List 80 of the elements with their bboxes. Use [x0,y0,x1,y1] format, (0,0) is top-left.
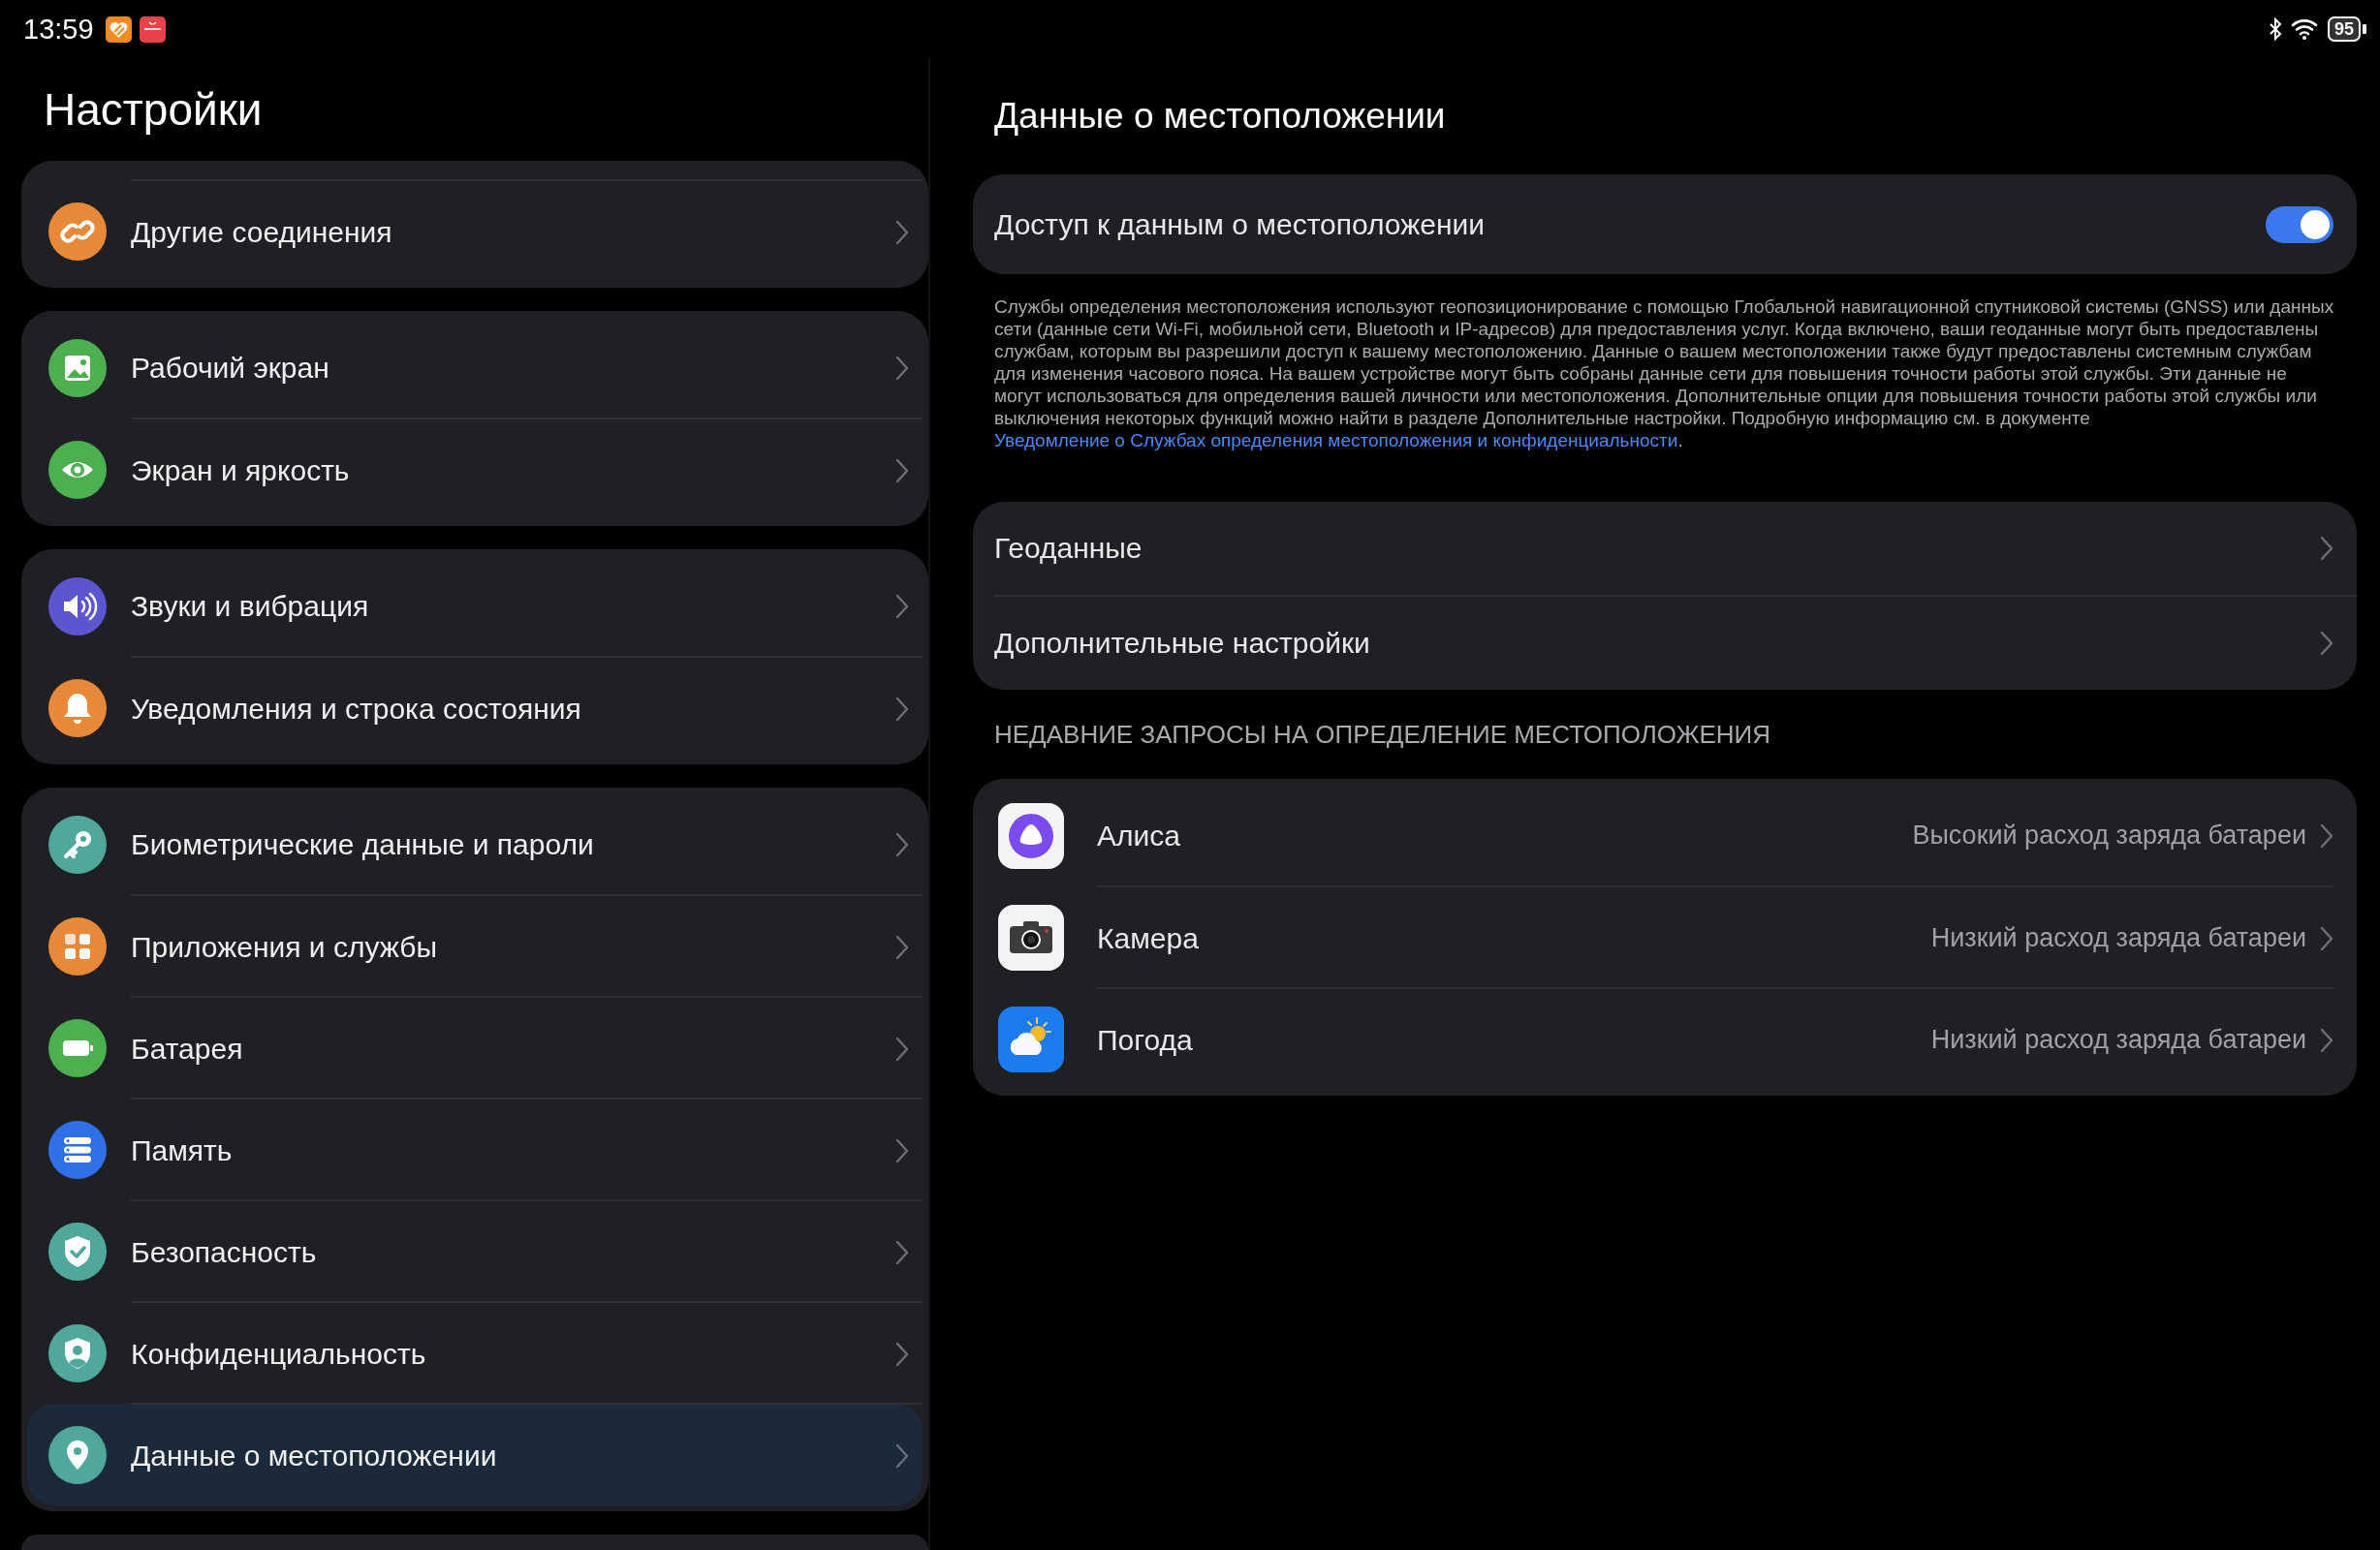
item-label: Другие соединения [131,215,392,249]
settings-item[interactable]: Память [27,1099,923,1200]
battery-usage: Низкий расход заряда батареи [1930,1025,2306,1055]
pane-title: Данные о местоположении [993,95,1447,138]
chevron-icon [895,593,909,619]
chevron-icon [895,1036,909,1062]
chevron-icon [895,696,909,722]
chevron-icon [895,1442,909,1469]
item-label: Конфиденциальность [131,1337,426,1371]
settings-item[interactable]: Экран и яркость [27,418,923,520]
battery-usage: Высокий расход заряда батареи [1912,821,2306,851]
grid-icon [48,916,107,976]
battery-level: 95 [2327,16,2361,42]
toggle-switch[interactable] [2266,205,2333,243]
item-label: Безопасность [131,1235,317,1269]
description-text: Службы определения местоположения используют геопозиционирование с помощью Глобальной навигационной спутниковой системы (GNSS) или данных сети (данные сети Wi-Fi, мобильной сети, Bluetooth и IP-адресов) для предоставления услуг. Когда включено, ваши геоданные могут быть предоставлены службам, которым вы разрешили доступ к вашему местоположению. Данные о вашем местоположении также будут предоставлены системным службам для изменения часового пояса. На вашем устройстве могут быть собраны данные сети для повышения точности работы этой службы. Эти данные не могут использоваться для определения вашей личности или местоположения. Дополнительные опции для повышения точности работы этой службы или выключения некоторых функций можно найти в разделе Дополнительные настройки. Подробную информацию см. в документе Уведомление о Службах определения местоположения и конфиденциальности. [993,295,2335,451]
settings-item[interactable]: Батарея [27,997,923,1099]
store-app-icon [139,16,166,43]
item-label: Экран и яркость [131,453,350,487]
key-icon [48,815,107,874]
weather-app-icon [998,1006,1064,1072]
item-label: Приложения и службы [131,930,437,964]
clock-time: 13:59 [23,13,94,46]
storage-icon [48,1120,107,1179]
chevron-icon [2320,631,2333,656]
bluetooth-icon [2267,17,2283,41]
settings-item[interactable]: Звуки и вибрация [27,555,923,657]
settings-item[interactable]: Рабочий экран [27,317,923,418]
assistant-app-icon [998,802,1064,869]
chevron-icon [895,831,909,857]
location-pin-icon [48,1425,107,1484]
item-label: Биометрические данные и пароли [131,827,594,861]
chevron-icon [2320,536,2333,561]
setting-label: Доступ к данным о местоположении [994,207,1485,241]
shield-icon [48,1222,107,1281]
bell-icon [48,678,107,737]
app-request-row[interactable]: Камера Низкий расход заряда батареи [973,886,2357,988]
person-shield-icon [48,1323,107,1382]
settings-link[interactable]: Дополнительные настройки [994,595,2357,690]
settings-item[interactable]: Данные о местоположении [27,1404,923,1505]
battery-tip-icon [2363,24,2366,34]
chevron-icon [895,934,909,960]
chevron-icon [2320,1027,2333,1053]
app-name: Алиса [1097,819,1180,852]
chevron-icon [895,1341,909,1367]
settings-item[interactable]: Биометрические данные и пароли [27,793,923,895]
app-request-row[interactable]: Алиса Высокий расход заряда батареи [973,785,2357,886]
camera-app-icon [998,904,1064,971]
picture-icon [48,338,107,397]
settings-item[interactable]: Уведомления и строка состояния [27,657,923,759]
chevron-icon [895,1137,909,1163]
app-request-row[interactable]: Погода Низкий расход заряда батареи [973,988,2357,1090]
item-label: Батарея [131,1032,243,1066]
item-label: Данные о местоположении [131,1439,497,1472]
chevron-icon [2320,822,2333,849]
section-header: НЕДАВНИЕ ЗАПРОСЫ НА ОПРЕДЕЛЕНИЕ МЕСТОПОЛОЖЕНИЯ [993,718,1771,751]
item-label: Звуки и вибрация [131,589,369,623]
settings-item[interactable]: Приложения и службы [27,895,923,997]
chevron-icon [2320,925,2333,951]
page-title: Настройки [43,83,264,137]
chevron-icon [895,355,909,381]
speaker-icon [48,576,107,636]
item-label: Рабочий экран [131,351,329,385]
battery-usage: Низкий расход заряда батареи [1930,923,2306,953]
privacy-notice-link[interactable]: Уведомление о Службах определения местоположения и конфиденциальности [994,430,1678,450]
settings-item[interactable]: Другие соединения [27,180,923,282]
item-label: Память [131,1133,233,1167]
chevron-icon [895,219,909,245]
item-label: Уведомления и строка состояния [131,692,581,726]
wifi-icon [2290,17,2320,41]
settings-link[interactable]: Геоданные [973,502,2357,595]
app-name: Камера [1097,921,1199,955]
app-name: Погода [1097,1023,1193,1057]
eye-icon [48,440,107,499]
link-icon [48,202,107,261]
chevron-icon [895,1239,909,1265]
battery-icon [48,1018,107,1077]
chevron-icon [895,457,909,483]
settings-item[interactable]: Безопасность [27,1200,923,1302]
heart-app-icon [105,16,132,43]
